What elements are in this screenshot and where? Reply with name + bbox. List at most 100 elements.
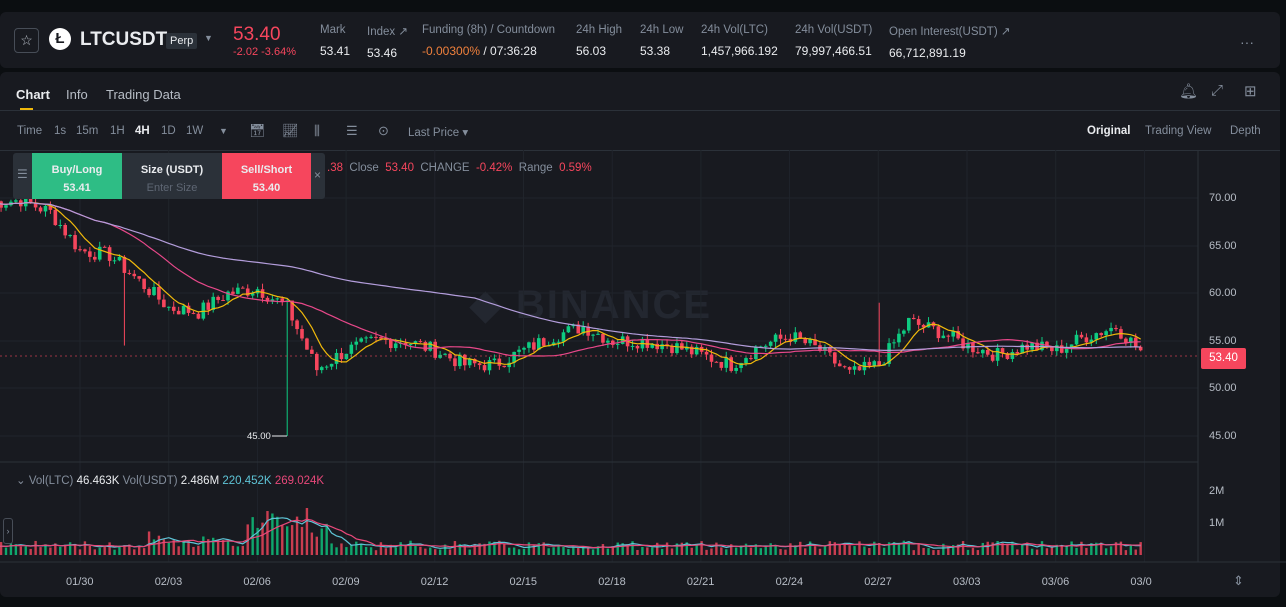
date-tick: 02/03 [154, 576, 183, 588]
candle-body [532, 342, 536, 350]
volume-bar [646, 547, 649, 555]
range-value: 0.59% [559, 162, 592, 174]
volume-bar [1129, 544, 1132, 555]
buy-long-button[interactable]: Buy/Long 53.41 [32, 153, 122, 199]
volume-bar [843, 543, 846, 555]
volume-bar [1006, 544, 1009, 555]
volume-bar [320, 528, 323, 555]
date-tick: 01/30 [66, 576, 94, 588]
volume-bar [325, 523, 328, 555]
drag-handle-icon[interactable]: ☰ [17, 167, 28, 181]
vol-usdt-label: Vol(USDT) [122, 475, 178, 487]
candle-body [1074, 334, 1079, 345]
volume-bar [468, 549, 471, 555]
candle-body [615, 343, 620, 345]
ma25-line [0, 202, 1141, 357]
volume-bar [34, 540, 37, 555]
sell-short-button[interactable]: Sell/Short 53.40 [222, 153, 311, 199]
candle-body [221, 299, 225, 301]
collapse-chevron-icon[interactable]: ⌄ [16, 475, 26, 487]
volume-ma2-line [0, 518, 1141, 549]
date-tick: 03/0 [1130, 576, 1152, 588]
candle-body [892, 342, 896, 344]
volume-bar [1139, 542, 1142, 555]
candle-body [63, 224, 67, 236]
candle-body [162, 299, 166, 308]
volume-bar [912, 550, 915, 555]
price-tick: 55.00 [1209, 335, 1237, 347]
candle-body [847, 367, 852, 370]
volume-bar [1134, 549, 1137, 555]
volume-bar [419, 546, 422, 555]
candle-body [808, 339, 812, 344]
candle-body [68, 235, 72, 237]
candle-body [53, 209, 58, 226]
candle-body [295, 320, 299, 330]
size-input[interactable]: Size (USDT) Enter Size [122, 153, 222, 199]
volume-bar [503, 544, 506, 555]
volume-bar [360, 543, 363, 555]
volume-bar [759, 548, 762, 555]
close-widget-icon[interactable]: × [314, 168, 321, 182]
candle-body [566, 326, 571, 333]
ma99-line [0, 202, 1141, 351]
volume-bar [586, 548, 590, 555]
volume-bar [197, 545, 200, 555]
candle-body [798, 332, 803, 339]
price-chart[interactable] [0, 0, 1286, 607]
volume-bar [813, 546, 817, 555]
candle-body [852, 366, 857, 370]
volume-bar [286, 526, 289, 555]
volume-bar [1040, 541, 1044, 555]
candle-body [78, 249, 82, 251]
candle-body [981, 349, 985, 354]
close-value: 53.40 [385, 162, 414, 174]
candle-body [433, 341, 437, 358]
candle-body [127, 272, 132, 274]
volume-bar [231, 545, 235, 555]
candle-body [453, 358, 457, 367]
volume-bar [1030, 548, 1034, 555]
candle-body [132, 273, 137, 277]
volume-bar [73, 545, 77, 555]
volume-bar [1124, 550, 1128, 555]
auto-scale-icon[interactable]: ⇕ [1233, 573, 1244, 589]
volume-bar [705, 549, 708, 555]
candle-body [606, 340, 610, 343]
volume-bar [853, 546, 856, 555]
candle-body [231, 291, 235, 294]
vol-ltc-label: Vol(LTC) [28, 475, 74, 487]
date-tick: 02/27 [864, 576, 892, 588]
candle-body [201, 302, 206, 319]
candle-body [591, 334, 595, 336]
volume-bar [700, 541, 703, 555]
candle-body [354, 341, 359, 345]
volume-bar [764, 545, 767, 555]
volume-bar [271, 513, 274, 555]
volume-bar [591, 549, 595, 555]
candle-body [635, 345, 640, 349]
volume-bar [577, 548, 580, 555]
candle-body [1079, 334, 1084, 338]
candle-body [744, 358, 748, 364]
candle-body [319, 367, 324, 371]
candle-body [502, 365, 507, 368]
volume-bar [202, 536, 205, 555]
volume-bar [281, 525, 284, 555]
volume-bar [1016, 549, 1019, 555]
candle-body [734, 368, 738, 371]
volume-bar [725, 549, 728, 555]
volume-bar [616, 542, 619, 555]
volume-bar [838, 544, 841, 555]
date-tick: 02/09 [332, 576, 360, 588]
volume-bar [522, 548, 526, 555]
volume-bar [927, 548, 930, 555]
candle-body [976, 352, 980, 354]
volume-bar [695, 545, 698, 555]
volume-legend: ⌄ Vol(LTC) 46.463K Vol(USDT) 2.486M 220.… [16, 473, 324, 487]
volume-bar [414, 545, 417, 555]
volume-bar [1035, 549, 1039, 555]
expand-panel-handle[interactable]: › [3, 518, 13, 544]
candle-body [117, 256, 122, 261]
close-label: Close [349, 162, 379, 174]
